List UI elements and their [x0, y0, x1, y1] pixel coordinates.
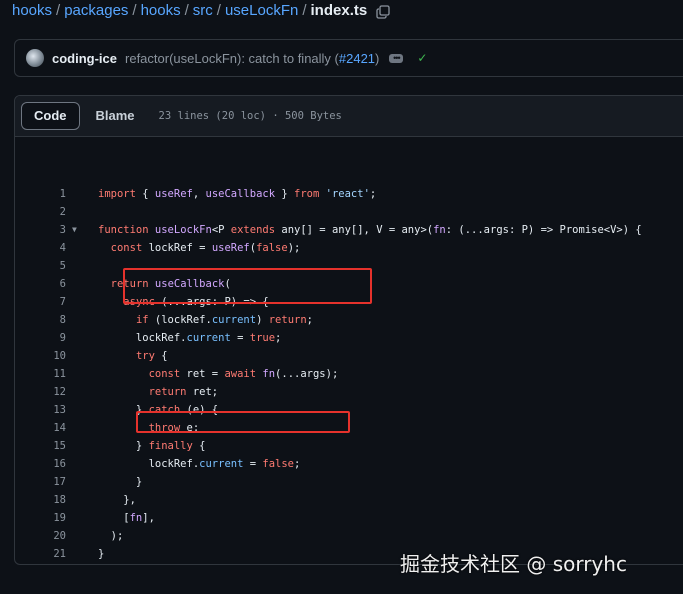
breadcrumb-separator: /: [184, 2, 189, 19]
code-line[interactable]: 20 );: [15, 527, 683, 545]
code-text: );: [98, 530, 124, 542]
breadcrumb-separator: /: [216, 2, 221, 19]
copy-path-icon[interactable]: [376, 4, 390, 19]
line-number[interactable]: 13: [51, 401, 66, 419]
code-text: }: [98, 476, 143, 488]
line-number[interactable]: 16: [51, 455, 66, 473]
breadcrumb-separator: /: [56, 2, 61, 19]
code-text: try {: [135, 350, 168, 362]
line-number[interactable]: 17: [51, 473, 66, 491]
breadcrumb-link-src[interactable]: src: [193, 0, 213, 22]
breadcrumb-current-file: index.ts: [310, 2, 368, 19]
tab-blame[interactable]: Blame: [84, 103, 147, 129]
line-number[interactable]: 15: [51, 437, 66, 455]
avatar[interactable]: [26, 49, 44, 67]
line-number[interactable]: 14: [51, 419, 66, 437]
code-line[interactable]: 11 const ret = await fn(...args);: [15, 365, 683, 383]
line-number[interactable]: 8: [51, 311, 66, 329]
code-line[interactable]: 1 import { useRef, useCallback } from 're…: [15, 185, 683, 203]
line-number[interactable]: 18: [51, 491, 66, 509]
code-text: [fn],: [98, 512, 155, 524]
breadcrumb-separator: /: [302, 2, 307, 19]
code-text: return ret;: [148, 386, 219, 398]
breadcrumb-link-packages[interactable]: packages: [64, 0, 128, 22]
file-viewer: Code Blame 23 lines (20 loc) · 500 Bytes…: [14, 95, 683, 565]
code-text: function useLockFn<P extends any[] = any…: [98, 224, 642, 236]
code-line[interactable]: 16 lockRef.current = false;: [15, 455, 683, 473]
line-number[interactable]: 12: [51, 383, 66, 401]
code-line[interactable]: 10 try {: [15, 347, 683, 365]
code-text: const lockRef = useRef(false);: [110, 242, 301, 254]
breadcrumb-link-uselockfn[interactable]: useLockFn: [225, 0, 298, 22]
line-number[interactable]: 10: [51, 347, 66, 365]
code-line[interactable]: 4 const lockRef = useRef(false);: [15, 239, 683, 257]
code-text: lockRef.current = true;: [98, 332, 282, 344]
tab-code[interactable]: Code: [21, 102, 80, 130]
line-number[interactable]: 22: [51, 563, 66, 564]
check-icon[interactable]: ✓: [417, 51, 427, 65]
highlight-box-finally: [136, 411, 350, 433]
commit-pr-link[interactable]: #2421: [339, 51, 375, 66]
commit-message[interactable]: refactor(useLockFn): catch to finally (#…: [125, 51, 379, 66]
breadcrumb-link-hooks[interactable]: hooks: [12, 0, 52, 22]
code-text: },: [98, 494, 136, 506]
code-text: if (lockRef.current) return;: [135, 314, 313, 326]
chevron-down-icon[interactable]: ▼: [72, 221, 77, 239]
commit-message-end: ): [375, 50, 380, 66]
code-line[interactable]: 17 }: [15, 473, 683, 491]
code-line[interactable]: 12 return ret;: [15, 383, 683, 401]
line-number[interactable]: 1: [51, 185, 66, 203]
latest-commit-bar: coding-ice refactor(useLockFn): catch to…: [14, 39, 683, 77]
line-number[interactable]: 3: [51, 221, 66, 239]
breadcrumb-link-hooks-dir[interactable]: hooks: [141, 0, 181, 22]
breadcrumb-separator: /: [132, 2, 137, 19]
code-text: const ret = await fn(...args);: [148, 368, 339, 380]
code-text: import { useRef, useCallback } from 'rea…: [98, 188, 377, 200]
line-number[interactable]: 21: [51, 545, 66, 563]
file-header: Code Blame 23 lines (20 loc) · 500 Bytes: [15, 96, 683, 137]
line-number[interactable]: 9: [51, 329, 66, 347]
line-number[interactable]: 6: [51, 275, 66, 293]
code-line[interactable]: 18 },: [15, 491, 683, 509]
code-line[interactable]: 9 lockRef.current = true;: [15, 329, 683, 347]
highlight-box-guard: [123, 268, 372, 304]
code-text: }: [98, 548, 105, 560]
code-line[interactable]: 3 ▼ function useLockFn<P extends any[] = a…: [15, 221, 683, 239]
watermark: 掘金技术社区 @ sorryhc: [400, 552, 627, 576]
line-number[interactable]: 19: [51, 509, 66, 527]
line-number[interactable]: 2: [51, 203, 66, 221]
code-text: } finally {: [98, 440, 206, 452]
commit-author[interactable]: coding-ice: [52, 51, 117, 66]
ellipsis-icon[interactable]: •••: [389, 53, 404, 63]
code-text: lockRef.current = false;: [98, 458, 301, 470]
line-number[interactable]: 5: [51, 257, 66, 275]
code-line[interactable]: 19 [fn],: [15, 509, 683, 527]
breadcrumb: hooks / packages / hooks / src / useLock…: [12, 0, 390, 22]
line-number[interactable]: 7: [51, 293, 66, 311]
line-number[interactable]: 4: [51, 239, 66, 257]
commit-message-text[interactable]: refactor(useLockFn): catch to finally (: [125, 51, 339, 66]
code-line[interactable]: 15 } finally {: [15, 437, 683, 455]
code-line[interactable]: 8 if (lockRef.current) return;: [15, 311, 683, 329]
line-number[interactable]: 20: [51, 527, 66, 545]
file-meta: 23 lines (20 loc) · 500 Bytes: [158, 110, 342, 122]
line-number[interactable]: 11: [51, 365, 66, 383]
code-line[interactable]: 2: [15, 203, 683, 221]
